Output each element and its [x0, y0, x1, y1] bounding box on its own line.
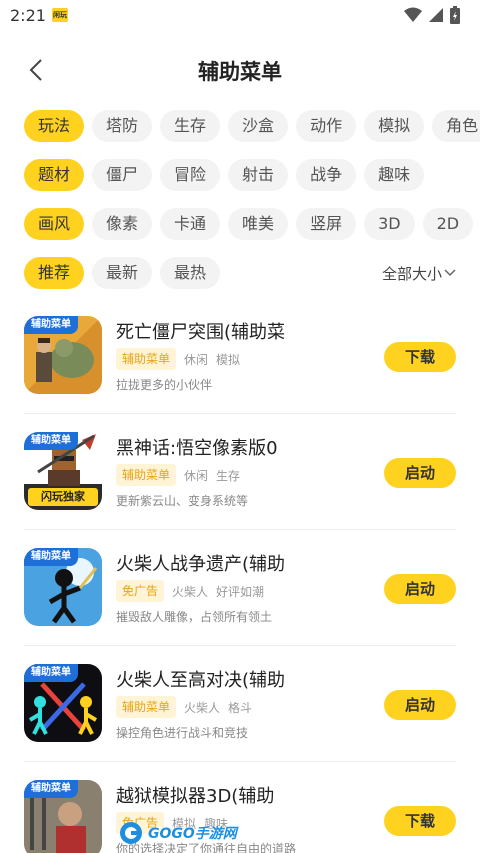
chip-adventure[interactable]: 冒险	[160, 159, 221, 191]
filter-row-theme: 题材 僵尸 冒险 射击 战争 趣味	[24, 159, 480, 191]
divider	[24, 413, 456, 414]
chip-survival[interactable]: 生存	[160, 110, 221, 142]
game-icon-zombie: 辅助菜单	[24, 316, 102, 394]
size-filter-dropdown[interactable]: 全部大小	[382, 262, 456, 284]
chevron-down-icon	[444, 269, 456, 277]
list-item[interactable]: 辅助菜单 火柴人至高对决(辅助 辅助菜单 火柴人 格斗 操控角色进行战斗和竞技 …	[0, 648, 480, 764]
chip-3d[interactable]: 3D	[364, 208, 415, 240]
chip-sandbox[interactable]: 沙盒	[228, 110, 289, 142]
game-description: 摧毁敌人雕像，占领所有领土	[116, 610, 273, 624]
genre-tag: 生存	[216, 468, 241, 483]
menu-badge: 辅助菜单	[24, 316, 78, 334]
genre-tag: 模拟	[216, 352, 241, 367]
list-item[interactable]: 辅助菜单 越狱模拟器3D(辅助 免广告 模拟 趣味 你的选择决定了你通往自由的道…	[0, 764, 480, 853]
highlight-tag: 辅助菜单	[116, 464, 177, 486]
genre-tag: 休闲	[184, 352, 209, 367]
highlight-tag: 免广告	[116, 580, 165, 602]
size-filter-label: 全部大小	[381, 264, 442, 283]
filter-row-gameplay: 玩法 塔防 生存 沙盒 动作 模拟 角色	[24, 110, 480, 142]
divider	[24, 761, 456, 762]
watermark-text: GOGO手游网	[148, 826, 237, 842]
status-icons	[404, 6, 460, 24]
chip-aesthetic[interactable]: 唯美	[228, 208, 289, 240]
chip-cartoon[interactable]: 卡通	[160, 208, 221, 240]
menu-badge: 辅助菜单	[24, 780, 78, 798]
launch-button[interactable]: 启动	[384, 690, 456, 720]
genre-tag: 格斗	[228, 700, 253, 715]
tag-line: 辅助菜单 休闲 生存	[116, 464, 240, 486]
chip-portrait[interactable]: 竖屏	[296, 208, 357, 240]
launch-button[interactable]: 启动	[384, 574, 456, 604]
watermark: GOGO手游网	[118, 818, 237, 848]
genre-tag: 好评如潮	[216, 584, 265, 599]
highlight-tag: 辅助菜单	[116, 348, 177, 370]
status-time: 2:21	[10, 6, 46, 25]
gogo-logo-icon	[120, 822, 142, 844]
chip-pixel[interactable]: 像素	[92, 208, 153, 240]
header: 辅助菜单	[0, 44, 480, 96]
status-bar: 2:21 闲玩	[0, 0, 480, 30]
game-title: 越狱模拟器3D(辅助	[116, 786, 275, 807]
menu-badge: 辅助菜单	[24, 548, 78, 566]
chip-war[interactable]: 战争	[296, 159, 357, 191]
genre-tag: 火柴人	[172, 584, 209, 599]
game-title: 死亡僵尸突围(辅助菜	[116, 322, 286, 343]
filter-row-sort: 推荐 最新 最热	[24, 257, 324, 289]
divider	[24, 529, 456, 530]
exclusive-label: 闪玩独家	[28, 488, 98, 506]
genre-tag: 火柴人	[184, 700, 221, 715]
wifi-icon	[404, 7, 422, 22]
chip-roleplay[interactable]: 角色	[432, 110, 480, 142]
chip-zombie[interactable]: 僵尸	[92, 159, 153, 191]
page-title: 辅助菜单	[198, 60, 282, 84]
download-button[interactable]: 下载	[384, 342, 456, 372]
game-title: 黑神话:悟空像素版0	[116, 438, 278, 459]
tag-line: 免广告 火柴人 好评如潮	[116, 580, 264, 602]
chip-theme-all[interactable]: 题材	[24, 159, 85, 191]
list-item[interactable]: 辅助菜单 闪玩独家 黑神话:悟空像素版0 辅助菜单 休闲 生存 更新紫云山、变身…	[0, 416, 480, 532]
game-description: 拉拢更多的小伙伴	[116, 378, 213, 392]
game-icon-stick-duel: 辅助菜单	[24, 664, 102, 742]
battery-icon	[450, 6, 460, 24]
chip-tower-defense[interactable]: 塔防	[92, 110, 153, 142]
launch-button[interactable]: 启动	[384, 458, 456, 488]
game-description: 操控角色进行战斗和竞技	[116, 726, 249, 740]
divider	[24, 645, 456, 646]
game-title: 火柴人至高对决(辅助	[116, 670, 286, 691]
chip-gameplay-all[interactable]: 玩法	[24, 110, 85, 142]
chip-simulation[interactable]: 模拟	[364, 110, 425, 142]
notification-app-icon: 闲玩	[52, 8, 68, 22]
chip-shooting[interactable]: 射击	[228, 159, 289, 191]
tag-line: 辅助菜单 休闲 模拟	[116, 348, 240, 370]
game-description: 更新紫云山、变身系统等	[116, 494, 249, 508]
chip-recommended[interactable]: 推荐	[24, 257, 85, 289]
list-item[interactable]: 辅助菜单 火柴人战争遗产(辅助 免广告 火柴人 好评如潮 摧毁敌人雕像，占领所有…	[0, 532, 480, 648]
game-icon-stick-war: 辅助菜单	[24, 548, 102, 626]
filter-row-style: 画风 像素 卡通 唯美 竖屏 3D 2D	[24, 208, 480, 240]
game-icon-wukong: 辅助菜单 闪玩独家	[24, 432, 102, 510]
game-icon-prison-break: 辅助菜单	[24, 780, 102, 853]
menu-badge: 辅助菜单	[24, 664, 78, 682]
highlight-tag: 辅助菜单	[116, 696, 177, 718]
menu-badge: 辅助菜单	[24, 432, 78, 450]
chip-newest[interactable]: 最新	[92, 257, 153, 289]
signal-icon	[429, 8, 443, 22]
chip-action[interactable]: 动作	[296, 110, 357, 142]
tag-line: 辅助菜单 火柴人 格斗	[116, 696, 252, 718]
chip-hottest[interactable]: 最热	[160, 257, 221, 289]
chip-style-all[interactable]: 画风	[24, 208, 85, 240]
chip-fun[interactable]: 趣味	[364, 159, 425, 191]
list-item[interactable]: 辅助菜单 死亡僵尸突围(辅助菜 辅助菜单 休闲 模拟 拉拢更多的小伙伴 下载	[0, 300, 480, 416]
genre-tag: 休闲	[184, 468, 209, 483]
download-button[interactable]: 下载	[384, 806, 456, 836]
chip-2d[interactable]: 2D	[422, 208, 474, 240]
game-title: 火柴人战争遗产(辅助	[116, 554, 286, 575]
